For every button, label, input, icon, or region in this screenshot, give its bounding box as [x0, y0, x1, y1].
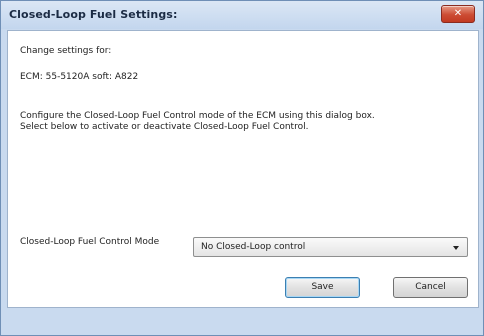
chevron-down-icon — [453, 246, 459, 250]
title-bar[interactable]: Closed-Loop Fuel Settings: ✕ — [1, 1, 483, 29]
description: Configure the Closed-Loop Fuel Control m… — [20, 111, 470, 133]
close-icon: ✕ — [453, 8, 463, 19]
mode-label: Closed-Loop Fuel Control Mode — [20, 237, 160, 247]
ecm-info: ECM: 55-5120A soft: A822 — [20, 72, 139, 82]
description-line-1: Configure the Closed-Loop Fuel Control m… — [20, 111, 375, 121]
cancel-button[interactable]: Cancel — [393, 277, 468, 298]
mode-select[interactable]: No Closed-Loop control — [193, 237, 468, 257]
dialog-footer — [1, 308, 483, 335]
window-title: Closed-Loop Fuel Settings: — [9, 8, 178, 21]
mode-select-value: No Closed-Loop control — [201, 242, 306, 252]
description-line-2: Select below to activate or deactivate C… — [20, 122, 309, 132]
save-button[interactable]: Save — [285, 277, 360, 298]
dialog-window: Closed-Loop Fuel Settings: ✕ Change sett… — [0, 0, 484, 336]
dialog-content: Change settings for: ECM: 55-5120A soft:… — [7, 30, 479, 308]
close-button[interactable]: ✕ — [441, 5, 475, 23]
change-settings-label: Change settings for: — [20, 46, 112, 56]
